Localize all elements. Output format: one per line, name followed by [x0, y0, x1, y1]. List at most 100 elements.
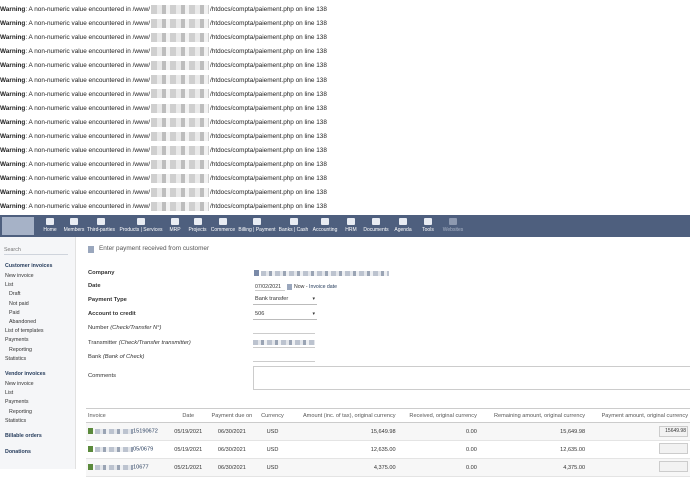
column-header[interactable]: Payment due on — [206, 408, 258, 423]
search-input[interactable] — [4, 245, 68, 255]
warning-message-start: : A non-numeric value encountered in /ww… — [25, 189, 151, 197]
sidebar-item-statistics[interactable]: Statistics — [5, 356, 26, 362]
warning-message-end: /htdocs/compta/paiement.php on line 138 — [210, 189, 327, 197]
menu-item-label: Websites — [442, 227, 464, 233]
sidebar-item-new-invoice[interactable]: New invoice — [5, 381, 34, 387]
menu-item-members[interactable]: Members — [63, 215, 85, 237]
sidebar-item-customer-invoices[interactable]: Customer invoices — [5, 263, 52, 269]
calendar-icon — [399, 218, 407, 225]
comments-textarea[interactable] — [253, 366, 690, 390]
table-row: 10677 05/21/2021 06/30/2021 USD 4,375.00 0.00… — [86, 458, 690, 477]
invoice-ref[interactable]: 15190672 — [86, 422, 171, 441]
table-row: 15190672 05/19/2021 06/30/2021 USD 15,649.98… — [86, 422, 690, 441]
currency: USD — [257, 422, 288, 441]
warning-message-end: /htdocs/compta/paiement.php on line 138 — [210, 203, 327, 211]
column-header[interactable]: Received, original currency — [397, 408, 479, 423]
menu-item-label: Members — [63, 227, 85, 233]
company-value[interactable] — [254, 270, 389, 277]
warning-line: Warning: A non-numeric value encountered… — [0, 158, 327, 172]
warning-line: Warning: A non-numeric value encountered… — [0, 45, 327, 59]
menu-item-third-parties[interactable]: Third-parties — [86, 215, 116, 237]
column-header[interactable]: Currency — [257, 408, 288, 423]
sidebar-item-paid[interactable]: Paid — [9, 310, 20, 316]
warning-message-end: /htdocs/compta/paiement.php on line 138 — [210, 48, 327, 56]
sidebar-item-not-paid[interactable]: Not paid — [9, 301, 29, 307]
invoice-ref-text: 10677 — [133, 464, 149, 471]
sidebar-item-billable-orders[interactable]: Billable orders — [5, 433, 42, 439]
cubes-icon — [171, 218, 179, 225]
chevron-down-icon: ▾ — [312, 311, 315, 317]
menu-item-mrp[interactable]: MRP — [166, 215, 184, 237]
menu-item-billing-payment[interactable]: Billing | Payment — [238, 215, 276, 237]
menu-item-documents[interactable]: Documents — [363, 215, 389, 237]
invoice-date-link[interactable]: Invoice date — [309, 284, 337, 290]
amount-remaining: 4,375.00 — [478, 458, 588, 477]
amount-inc-tax: 12,635.00 — [287, 440, 398, 459]
company-label: Company — [88, 270, 115, 276]
warning-message-start: : A non-numeric value encountered in /ww… — [25, 48, 151, 56]
account-label: Account to credit — [88, 311, 136, 317]
sidebar-item-list[interactable]: List — [5, 282, 13, 288]
date-input[interactable]: 07/02/2021 — [255, 284, 285, 291]
sidebar-item-abandoned[interactable]: Abandoned — [9, 319, 36, 325]
payment-amount-input[interactable] — [659, 461, 688, 472]
transmitter-input[interactable] — [253, 338, 315, 348]
calendar-icon[interactable] — [287, 284, 292, 290]
bank-label-text: Bank — [88, 354, 102, 360]
sidebar-item-list[interactable]: List — [5, 390, 13, 396]
invoice-ref[interactable]: 10677 — [86, 458, 171, 477]
bank-input[interactable] — [253, 352, 315, 362]
sidebar-item-reporting[interactable]: Reporting — [9, 347, 32, 353]
payment-amount-input[interactable] — [659, 443, 688, 454]
payment-amount-input[interactable]: 15649.98 — [659, 426, 688, 437]
sidebar-item-payments[interactable]: Payments — [5, 399, 29, 405]
menu-item-agenda[interactable]: Agenda — [392, 215, 414, 237]
sidebar-item-payments[interactable]: Payments — [5, 337, 29, 343]
company-logo[interactable] — [2, 217, 34, 235]
column-header[interactable]: Remaining amount, original currency — [478, 408, 588, 423]
menu-item-projects[interactable]: Projects — [187, 215, 208, 237]
account-select[interactable]: 506 ▾ — [253, 310, 317, 320]
sidebar-item-draft[interactable]: Draft — [9, 291, 20, 297]
menu-item-label: Tools — [422, 227, 434, 233]
warning-message-start: : A non-numeric value encountered in /ww… — [25, 20, 151, 28]
redacted-path — [151, 159, 210, 169]
column-header[interactable]: Payment amount, original currency — [587, 408, 690, 423]
menu-item-home[interactable]: Home — [40, 215, 60, 237]
cube-icon — [137, 218, 145, 225]
warning-prefix: Warning — [0, 90, 26, 98]
sidebar-item-list-of-templates[interactable]: List of templates — [5, 328, 44, 334]
members-icon — [70, 218, 78, 225]
menu-item-label: Agenda — [394, 227, 412, 233]
menu-item-commerce[interactable]: Commerce — [210, 215, 236, 237]
menu-item-banks-cash[interactable]: Banks | Cash — [278, 215, 309, 237]
payment-due-date: 06/30/2021 — [206, 458, 258, 477]
menu-item-websites[interactable]: Websites — [441, 215, 465, 237]
transmitter-hint: (Check/Transfer transmitter) — [118, 340, 191, 346]
invoice-icon — [88, 446, 93, 453]
warning-message-start: : A non-numeric value encountered in /ww… — [25, 132, 151, 140]
sidebar-item-reporting[interactable]: Reporting — [9, 409, 32, 415]
menu-item-tools[interactable]: Tools — [419, 215, 437, 237]
column-header[interactable]: Date — [170, 408, 207, 423]
sidebar-item-new-invoice[interactable]: New invoice — [5, 273, 34, 279]
warning-message-end: /htdocs/compta/paiement.php on line 138 — [210, 104, 327, 112]
column-header[interactable]: Invoice — [86, 408, 171, 423]
menu-item-hrm[interactable]: HRM — [342, 215, 360, 237]
sidebar-item-vendor-invoices[interactable]: Vendor invoices — [5, 371, 46, 377]
number-input[interactable] — [253, 324, 315, 334]
warning-message-end: /htdocs/compta/paiement.php on line 138 — [210, 6, 327, 13]
invoice-ref[interactable]: 05/0679 — [86, 440, 171, 459]
payment-type-select[interactable]: Bank transfer ▾ — [253, 295, 317, 305]
redacted-path — [151, 75, 210, 85]
menu-item-accounting[interactable]: Accounting — [311, 215, 339, 237]
currency: USD — [257, 458, 288, 477]
menu-item-products-services[interactable]: Products | Services — [118, 215, 164, 237]
sidebar-item-statistics[interactable]: Statistics — [5, 418, 26, 424]
sidebar-item-donations[interactable]: Donations — [5, 449, 31, 455]
warning-line: Warning: A non-numeric value encountered… — [0, 59, 327, 73]
amount-remaining: 15,649.98 — [478, 422, 588, 441]
column-header[interactable]: Amount (inc. of tax), original currency — [287, 408, 398, 423]
now-link[interactable]: Now - Invoice date — [294, 284, 337, 290]
menu-item-label: Commerce — [210, 227, 236, 233]
